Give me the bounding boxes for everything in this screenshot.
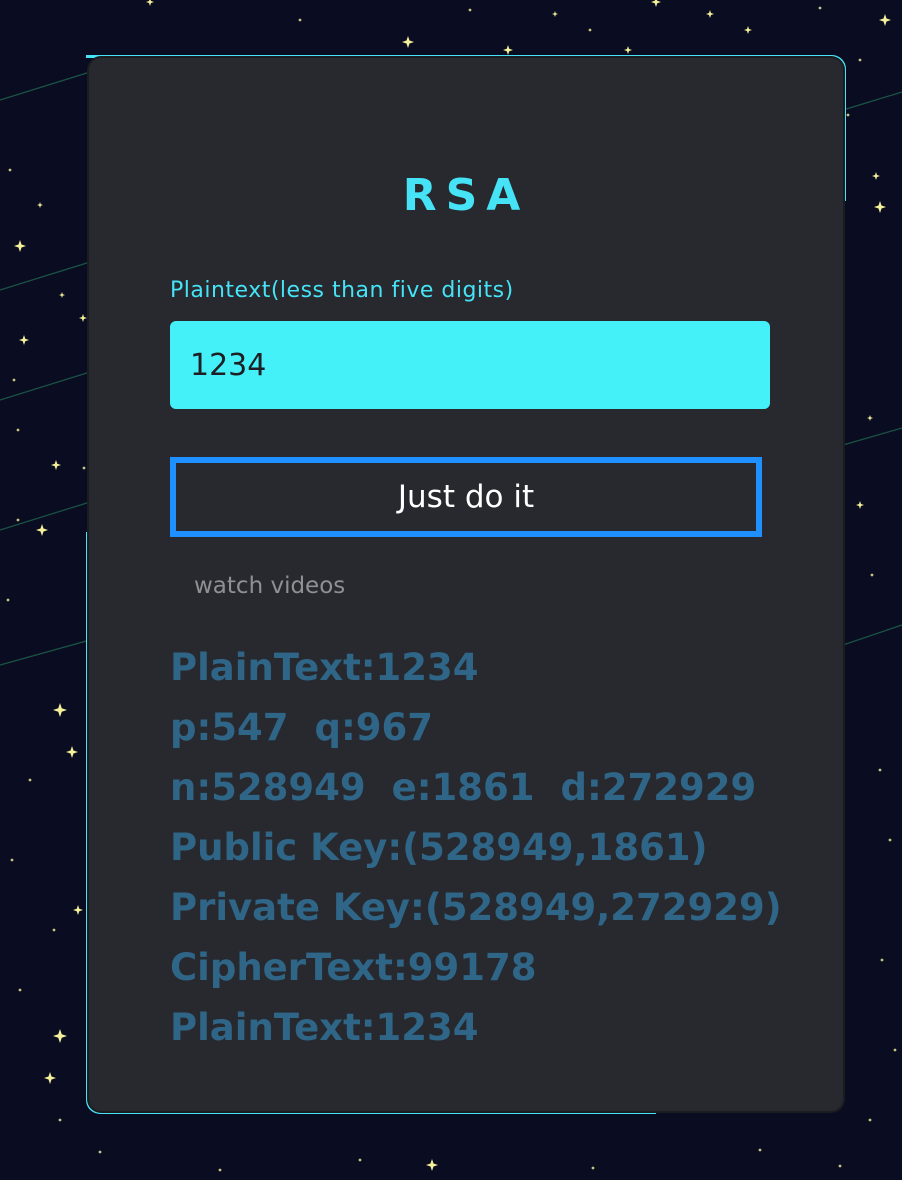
dot-star [12,378,16,382]
dot-star [818,6,822,10]
sparkle-star [706,10,714,18]
sparkle-star [426,1159,438,1171]
rsa-card: RSA Plaintext(less than five digits) Jus… [89,58,843,1111]
dot-star [858,58,862,62]
dot-star [16,518,20,522]
result-q: q:967 [314,706,434,749]
dot-star [888,838,892,842]
dot-star [8,168,12,172]
sparkle-star [66,746,78,758]
sparkle-star [14,240,26,252]
sparkle-star [53,703,67,717]
dot-star [468,8,472,12]
dot-star [16,428,20,432]
dot-star [82,466,86,470]
dot-star [58,1118,62,1122]
sparkle-star [624,46,632,54]
result-private-key: Private Key:(528949,272929) [170,886,782,929]
result-e: e:1861 [391,766,535,809]
dot-star [358,1158,362,1162]
sparkle-star [53,1029,67,1043]
result-public-key: Public Key:(528949,1861) [170,826,708,869]
dot-star [880,958,884,962]
just-do-it-button[interactable]: Just do it [170,457,762,537]
dot-star [588,28,592,32]
dot-star [893,1048,897,1052]
sparkle-star [744,26,752,34]
sparkle-star [79,314,87,322]
page-title: RSA [402,170,530,221]
plaintext-label: Plaintext(less than five digits) [170,278,514,303]
sparkle-star [402,36,414,48]
dot-star [878,768,882,772]
dot-star [52,928,56,932]
dot-star [6,598,10,602]
dot-star [838,1164,842,1168]
dot-star [218,1168,222,1172]
result-d: d:272929 [560,766,757,809]
plaintext-input[interactable] [170,321,770,409]
sparkle-star [19,335,29,345]
sparkle-star [552,11,558,17]
dot-star [846,113,850,117]
result-ciphertext: CipherText:99178 [170,946,537,989]
sparkle-star [73,905,83,915]
sparkle-star [872,172,880,180]
sparkle-star [879,14,891,26]
sparkle-star [503,45,513,55]
sparkle-star [44,1072,56,1084]
dot-star [591,1166,595,1170]
result-plaintext: PlainText:1234 [170,646,479,689]
dot-star [870,573,874,577]
result-p: p:547 [170,706,289,749]
sparkle-star [59,292,65,298]
sparkle-star [36,524,48,536]
result-keys-row: n:528949 e:1861 d:272929 [170,758,782,818]
sparkle-star [651,0,661,7]
dot-star [868,1118,872,1122]
result-n: n:528949 [170,766,366,809]
rsa-results: PlainText:1234 p:547 q:967 n:528949 e:1861… [170,638,782,1058]
dot-star [10,858,14,862]
sparkle-star [51,460,61,470]
result-decrypted-plaintext: PlainText:1234 [170,1006,479,1049]
sparkle-star [856,501,864,509]
sparkle-star [146,0,154,6]
sparkle-star [874,201,886,213]
dot-star [28,778,32,782]
sparkle-star [867,415,873,421]
dot-star [18,988,22,992]
dot-star [758,1148,762,1152]
sparkle-star [37,202,43,208]
watch-videos-link[interactable]: watch videos [194,571,345,601]
result-primes-row: p:547 q:967 [170,698,782,758]
dot-star [298,18,302,22]
dot-star [98,1150,102,1154]
